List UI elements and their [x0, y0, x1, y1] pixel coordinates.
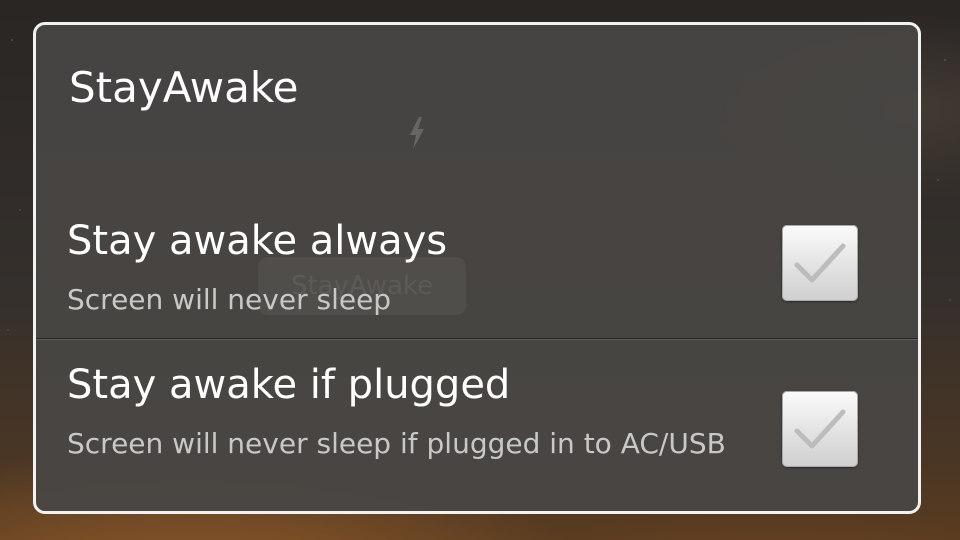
- stay-awake-always-checkbox[interactable]: [782, 225, 858, 301]
- pref-summary: Screen will never sleep: [67, 283, 392, 316]
- lightning-bolt-icon: [410, 117, 424, 149]
- pref-stay-awake-if-plugged[interactable]: Stay awake if plugged Screen will never …: [36, 339, 918, 511]
- pref-stay-awake-always[interactable]: Stay awake always Screen will never slee…: [36, 205, 918, 338]
- dialog-title: StayAwake: [69, 63, 299, 112]
- pref-title: Stay awake if plugged: [67, 362, 511, 408]
- checkmark-icon: [794, 243, 846, 283]
- preferences-dialog: StayAwake StayAwake Stay awake always Sc…: [33, 22, 921, 514]
- stay-awake-if-plugged-checkbox[interactable]: [782, 391, 858, 467]
- checkmark-icon: [794, 409, 846, 449]
- pref-title: Stay awake always: [67, 218, 448, 264]
- pref-summary: Screen will never sleep if plugged in to…: [67, 427, 726, 460]
